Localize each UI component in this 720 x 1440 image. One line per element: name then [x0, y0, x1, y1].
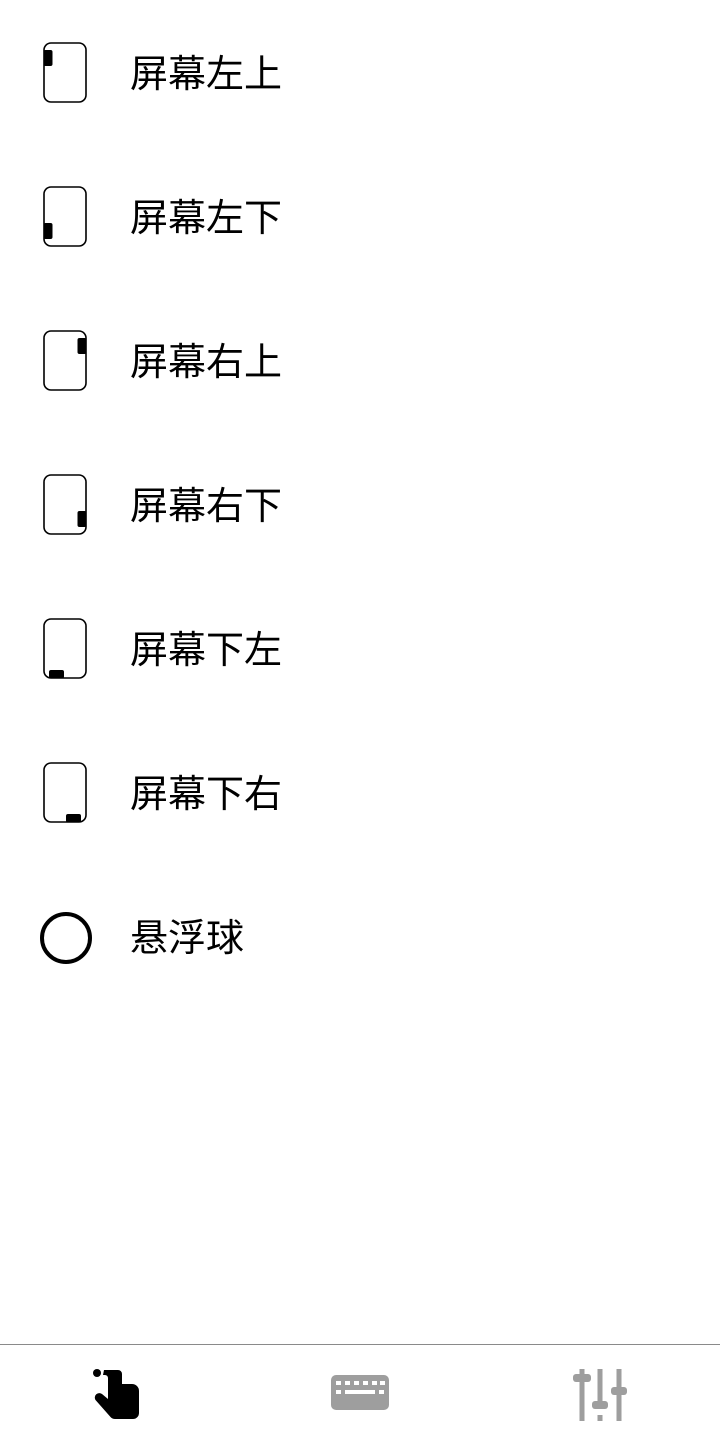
phone-bottom-right-icon: [43, 762, 87, 823]
option-label: 屏幕右下: [130, 484, 283, 528]
option-bottom-left-edge[interactable]: 屏幕下左: [0, 576, 720, 720]
option-label: 屏幕下左: [130, 628, 283, 672]
phone-corner-top-right-icon: [43, 330, 87, 391]
phone-bottom-left-icon: [43, 618, 87, 679]
circle-icon: [40, 912, 92, 964]
option-bottom-right[interactable]: 屏幕右下: [0, 432, 720, 576]
phone-corner-bottom-right-icon: [43, 474, 87, 535]
option-bottom-right-edge[interactable]: 屏幕下右: [0, 720, 720, 864]
option-bottom-left[interactable]: 屏幕左下: [0, 144, 720, 288]
phone-corner-top-left-icon: [43, 42, 87, 103]
option-floating-ball[interactable]: 悬浮球: [0, 864, 720, 1008]
touch-hand-icon: [93, 1369, 139, 1420]
option-label: 悬浮球: [130, 916, 245, 960]
option-top-right[interactable]: 屏幕右上: [0, 288, 720, 432]
option-label: 屏幕右上: [130, 340, 283, 384]
option-label: 屏幕左上: [130, 52, 283, 96]
phone-corner-bottom-left-icon: [43, 186, 87, 247]
keyboard-icon: [331, 1375, 389, 1410]
tab-settings[interactable]: [480, 1345, 720, 1440]
option-label: 屏幕左下: [130, 196, 283, 240]
tab-gesture[interactable]: [0, 1345, 240, 1440]
sliders-icon: [573, 1369, 627, 1421]
app-root: 屏幕左上 屏幕左下 屏幕右上 屏幕右下 屏幕下左 屏幕下右 悬浮球: [0, 0, 720, 1440]
option-label: 屏幕下右: [130, 772, 283, 816]
tab-keyboard[interactable]: [240, 1345, 480, 1440]
option-top-left[interactable]: 屏幕左上: [0, 0, 720, 144]
bottom-nav-bar: [0, 1344, 720, 1440]
